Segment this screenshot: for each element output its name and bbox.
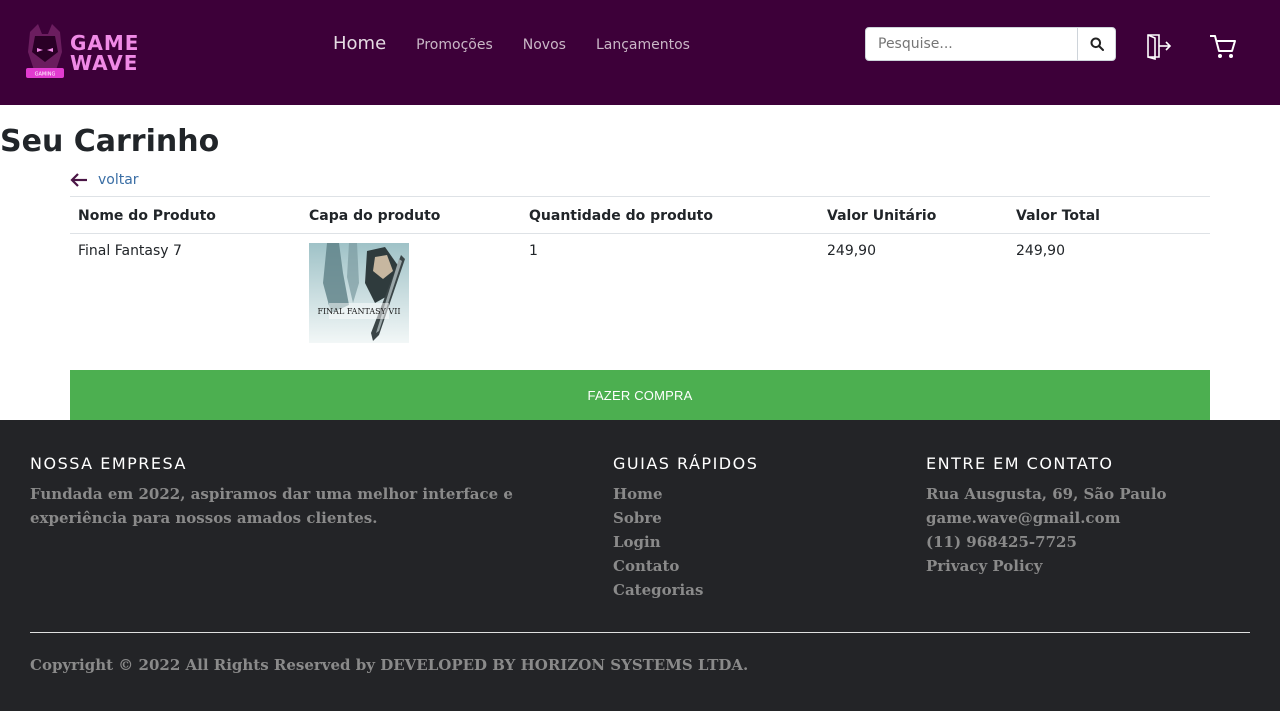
product-total: 249,90: [1016, 243, 1065, 259]
logo-line-1: GAME: [70, 31, 140, 55]
footer-company: NOSSA EMPRESA Fundada em 2022, aspiramos…: [30, 456, 513, 530]
footer-link-home[interactable]: Home: [613, 482, 758, 506]
header-product-cover: Capa do produto: [301, 196, 521, 234]
nav-novos[interactable]: Novos: [523, 37, 566, 53]
header-total: Valor Total: [1008, 196, 1210, 234]
search-button[interactable]: [1077, 28, 1115, 60]
copyright-text: Copyright © 2022 All Rights Reserved by …: [30, 656, 749, 674]
footer-email: game.wave@gmail.com: [926, 509, 1121, 527]
product-quantity: 1: [529, 243, 538, 259]
buy-button[interactable]: FAZER COMPRA: [70, 370, 1210, 420]
svg-text:FINAL FANTASY VII: FINAL FANTASY VII: [317, 307, 400, 316]
svg-text:GAMING: GAMING: [35, 72, 56, 78]
main-nav: Home Promoções Novos Lançamentos: [333, 33, 720, 54]
footer-guides: GUIAS RÁPIDOS Home Sobre Login Contato C…: [613, 456, 758, 602]
footer-company-text-1: Fundada em 2022, aspiramos dar uma melho…: [30, 485, 513, 503]
cart-table: Nome do Produto Capa do produto Quantida…: [70, 196, 1210, 351]
logo-text: GAME WAVE: [70, 33, 139, 73]
footer-contact: ENTRE EM CONTATO Rua Ausgusta, 69, São P…: [926, 456, 1167, 578]
product-unit-price: 249,90: [827, 243, 876, 259]
footer-address: Rua Ausgusta, 69, São Paulo: [926, 485, 1167, 503]
logo-line-2: WAVE: [70, 51, 139, 75]
header-quantity: Quantidade do produto: [521, 196, 819, 234]
search-input[interactable]: [866, 28, 1077, 60]
product-cover-image: FINAL FANTASY VII: [309, 243, 409, 343]
search-bar: [865, 27, 1116, 61]
header-unit-price: Valor Unitário: [819, 196, 1008, 234]
nav-lancamentos[interactable]: Lançamentos: [596, 37, 690, 53]
cart-icon[interactable]: [1208, 32, 1238, 60]
search-icon: [1090, 37, 1104, 51]
nav-home[interactable]: Home: [333, 33, 386, 54]
footer-company-text-2: experiência para nossos amados clientes.: [30, 509, 378, 527]
arrow-left-icon: [70, 173, 87, 187]
footer-privacy-policy[interactable]: Privacy Policy: [926, 554, 1167, 578]
footer-company-title: NOSSA EMPRESA: [30, 454, 187, 473]
table-row: Final Fantasy 7 FINAL FANTASY VII 1 249,…: [70, 234, 1210, 352]
footer-divider: [30, 632, 1250, 633]
footer-contact-title: ENTRE EM CONTATO: [926, 454, 1114, 473]
logo-mascot-icon: GAMING: [26, 24, 64, 78]
footer-link-contato[interactable]: Contato: [613, 554, 758, 578]
footer-link-login[interactable]: Login: [613, 530, 758, 554]
footer-phone: (11) 968425-7725: [926, 533, 1077, 551]
footer: NOSSA EMPRESA Fundada em 2022, aspiramos…: [0, 420, 1280, 711]
footer-link-categorias[interactable]: Categorias: [613, 578, 758, 602]
logout-icon[interactable]: [1145, 32, 1173, 60]
top-navbar: GAMING GAME WAVE Home Promoções Novos La…: [0, 0, 1280, 105]
back-link[interactable]: voltar: [70, 172, 139, 188]
product-name: Final Fantasy 7: [78, 243, 182, 259]
header-product-name: Nome do Produto: [70, 196, 301, 234]
table-header-row: Nome do Produto Capa do produto Quantida…: [70, 196, 1210, 234]
product-cover-cell: FINAL FANTASY VII: [301, 234, 521, 352]
back-label[interactable]: voltar: [98, 172, 139, 188]
nav-promocoes[interactable]: Promoções: [416, 37, 493, 53]
brand-logo[interactable]: GAMING GAME WAVE: [20, 22, 145, 82]
page-title: Seu Carrinho: [0, 124, 220, 159]
footer-guides-title: GUIAS RÁPIDOS: [613, 454, 759, 473]
footer-link-sobre[interactable]: Sobre: [613, 506, 758, 530]
